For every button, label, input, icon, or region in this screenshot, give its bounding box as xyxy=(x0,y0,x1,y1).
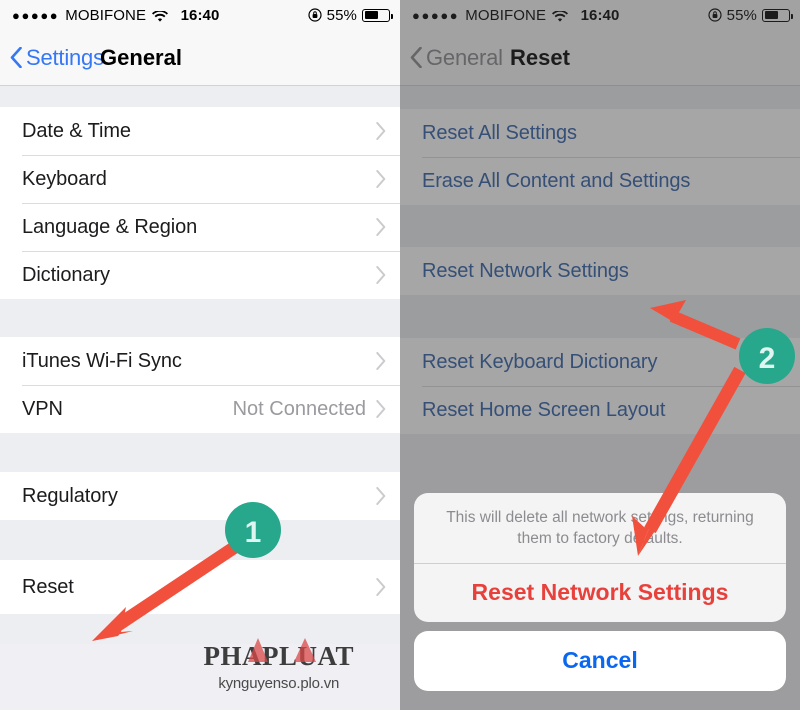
row-vpn[interactable]: VPN Not Connected xyxy=(0,385,400,433)
list-gap xyxy=(0,520,400,560)
row-label: iTunes Wi-Fi Sync xyxy=(22,349,182,372)
row-reset-network-settings[interactable]: Reset Network Settings xyxy=(400,247,800,295)
row-reset[interactable]: Reset xyxy=(0,560,400,614)
settings-group-1: Date & Time Keyboard Language & Region D… xyxy=(0,107,400,299)
reset-group-1: Reset All Settings Erase All Content and… xyxy=(400,109,800,205)
battery-percent-label: 55% xyxy=(726,6,757,24)
right-phone-screen: ●●●●● MOBIFONE 16:40 55% General Reset R… xyxy=(400,0,800,710)
chevron-right-icon xyxy=(376,218,386,236)
row-value-vpn-status: Not Connected xyxy=(232,397,366,420)
list-gap xyxy=(400,205,800,247)
row-language-and-region[interactable]: Language & Region xyxy=(0,203,400,251)
watermark-logo: PHAPLUAT xyxy=(203,638,355,671)
watermark-main-text: PHAPLUAT xyxy=(203,641,354,671)
rotation-lock-icon xyxy=(308,8,322,22)
list-gap xyxy=(0,614,400,644)
list-gap xyxy=(0,433,400,472)
reset-group-2: Reset Network Settings xyxy=(400,247,800,295)
chevron-right-icon xyxy=(376,266,386,284)
settings-group-3: Regulatory xyxy=(0,472,400,520)
row-accessory: Not Connected xyxy=(233,398,386,421)
reset-list: Reset All Settings Erase All Content and… xyxy=(400,86,800,434)
left-phone-screen: ●●●●● MOBIFONE 16:40 55% Settings Genera… xyxy=(0,0,400,710)
watermark-sub-text: kynguyenso.plo.vn xyxy=(218,675,340,692)
nav-bar-left: Settings General xyxy=(0,30,400,86)
settings-group-2: iTunes Wi-Fi Sync VPN Not Connected xyxy=(0,337,400,433)
chevron-right-icon xyxy=(376,170,386,188)
row-itunes-wifi-sync[interactable]: iTunes Wi-Fi Sync xyxy=(0,337,400,385)
row-accessory xyxy=(376,578,386,596)
row-accessory xyxy=(376,266,386,284)
action-sheet-card: This will delete all network settings, r… xyxy=(414,493,786,622)
cancel-button[interactable]: Cancel xyxy=(414,630,786,691)
battery-percent-label: 55% xyxy=(326,6,357,24)
row-reset-all-settings[interactable]: Reset All Settings xyxy=(400,109,800,157)
row-label: Regulatory xyxy=(22,484,118,507)
row-label: Keyboard xyxy=(22,167,107,190)
chevron-right-icon xyxy=(376,352,386,370)
row-accessory xyxy=(376,352,386,370)
row-date-and-time[interactable]: Date & Time xyxy=(0,107,400,155)
row-label: Reset All Settings xyxy=(422,121,577,144)
row-accessory xyxy=(376,170,386,188)
page-title-right: Reset xyxy=(510,44,570,70)
row-dictionary[interactable]: Dictionary xyxy=(0,251,400,299)
battery-icon xyxy=(762,8,793,22)
row-keyboard[interactable]: Keyboard xyxy=(0,155,400,203)
row-label: Dictionary xyxy=(22,263,110,286)
chevron-right-icon xyxy=(376,122,386,140)
page-title-left: General xyxy=(100,44,182,70)
rotation-lock-icon xyxy=(708,8,722,22)
screenshot-root: ●●●●● MOBIFONE 16:40 55% Settings Genera… xyxy=(0,0,800,710)
status-bar-right-group: 55% xyxy=(308,6,393,24)
list-gap xyxy=(400,86,800,109)
status-bar-right-group: 55% xyxy=(708,6,793,24)
chevron-right-icon xyxy=(376,400,386,418)
row-accessory xyxy=(376,122,386,140)
status-bar-left: ●●●●● MOBIFONE 16:40 55% xyxy=(0,0,400,30)
watermark: PHAPLUAT kynguyenso.plo.vn xyxy=(203,638,355,692)
reset-group-3: Reset Keyboard Dictionary Reset Home Scr… xyxy=(400,338,800,434)
row-accessory xyxy=(376,487,386,505)
row-label: Language & Region xyxy=(22,215,198,238)
row-label: Reset xyxy=(22,575,74,598)
list-gap xyxy=(0,86,400,107)
settings-group-4: Reset xyxy=(0,560,400,614)
row-label: Date & Time xyxy=(22,119,131,142)
row-label: Reset Keyboard Dictionary xyxy=(422,350,658,373)
chevron-right-icon xyxy=(376,578,386,596)
row-reset-home-screen-layout[interactable]: Reset Home Screen Layout xyxy=(400,386,800,434)
row-label: Erase All Content and Settings xyxy=(422,169,691,192)
row-reset-keyboard-dictionary[interactable]: Reset Keyboard Dictionary xyxy=(400,338,800,386)
nav-bar-right: General Reset xyxy=(400,30,800,86)
row-label: Reset Home Screen Layout xyxy=(422,398,666,421)
row-accessory xyxy=(376,218,386,236)
list-gap xyxy=(0,299,400,337)
list-gap xyxy=(400,295,800,338)
chevron-right-icon xyxy=(376,487,386,505)
action-sheet: This will delete all network settings, r… xyxy=(414,493,786,691)
row-erase-all-content-and-settings[interactable]: Erase All Content and Settings xyxy=(400,157,800,205)
row-label: Reset Network Settings xyxy=(422,259,629,282)
row-label: VPN xyxy=(22,397,63,420)
battery-icon xyxy=(362,8,393,22)
status-bar-right: ●●●●● MOBIFONE 16:40 55% xyxy=(400,0,800,30)
row-regulatory[interactable]: Regulatory xyxy=(0,472,400,520)
reset-network-settings-confirm-button[interactable]: Reset Network Settings xyxy=(414,564,786,622)
settings-list-left: Date & Time Keyboard Language & Region D… xyxy=(0,86,400,644)
action-sheet-message: This will delete all network settings, r… xyxy=(414,493,786,564)
